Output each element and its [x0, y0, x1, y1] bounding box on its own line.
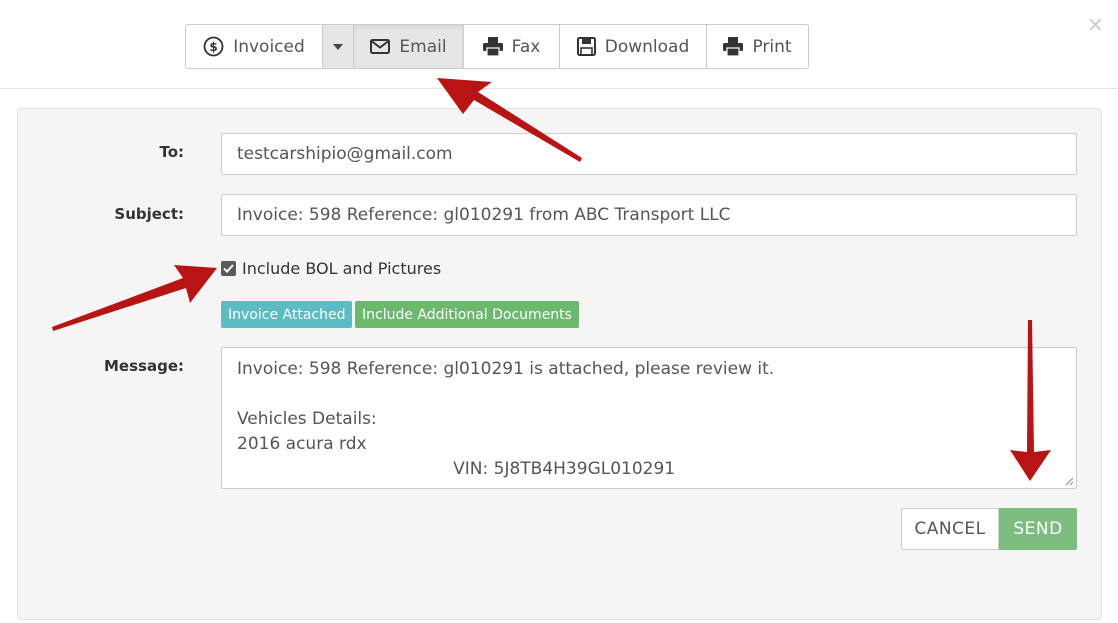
invoiced-dropdown-toggle[interactable] [323, 25, 354, 68]
message-textarea[interactable]: Invoice: 598 Reference: gl010291 is atta… [221, 347, 1077, 489]
svg-text:$: $ [210, 40, 218, 54]
dollar-circle-icon: $ [203, 36, 224, 57]
subject-field[interactable]: Invoice: 598 Reference: gl010291 from AB… [221, 194, 1077, 236]
include-bol-checkbox[interactable] [221, 261, 236, 276]
email-label: Email [399, 36, 447, 57]
include-bol-label[interactable]: Include BOL and Pictures [242, 259, 441, 278]
fax-label: Fax [511, 36, 541, 57]
message-line: Vehicles Details: [237, 409, 377, 429]
invoice-actions-toolbar: $ Invoiced Email Fax Download Print [185, 24, 809, 69]
include-additional-documents-button[interactable]: Include Additional Documents [355, 301, 579, 328]
fax-button[interactable]: Fax [464, 25, 560, 68]
send-button[interactable]: SEND [999, 508, 1077, 550]
invoiced-button[interactable]: $ Invoiced [186, 25, 323, 68]
message-line: Invoice: 598 Reference: gl010291 is atta… [237, 359, 775, 379]
download-button[interactable]: Download [560, 25, 707, 68]
floppy-disk-icon [576, 37, 596, 56]
checkmark-icon [223, 264, 234, 273]
include-bol-row: Include BOL and Pictures [221, 259, 441, 278]
email-invoice-dialog: $ Invoiced Email Fax Download Print × To… [0, 0, 1118, 623]
cancel-button[interactable]: CANCEL [901, 508, 999, 550]
message-line [237, 382, 1061, 407]
invoiced-label: Invoiced [233, 36, 305, 57]
message-line: 2016 acura rdx [237, 434, 367, 454]
fax-icon [482, 37, 503, 56]
resize-grip-icon[interactable] [1064, 476, 1074, 486]
to-email-field[interactable]: testcarshipio@gmail.com [221, 133, 1077, 175]
printer-icon [723, 37, 744, 56]
subject-value: Invoice: 598 Reference: gl010291 from AB… [237, 205, 731, 225]
to-label: To: [159, 143, 184, 161]
invoice-attached-badge: Invoice Attached [221, 301, 353, 328]
to-email-value: testcarshipio@gmail.com [237, 144, 453, 164]
email-button[interactable]: Email [354, 25, 464, 68]
download-label: Download [604, 36, 690, 57]
envelope-icon [370, 39, 391, 54]
header-divider [0, 88, 1118, 89]
print-button[interactable]: Print [707, 25, 808, 68]
subject-label: Subject: [114, 205, 184, 223]
print-label: Print [752, 36, 792, 57]
caret-down-icon [333, 43, 343, 50]
close-icon[interactable]: × [1087, 14, 1104, 34]
message-line: VIN: 5J8TB4H39GL010291 [237, 459, 676, 479]
message-label: Message: [104, 357, 184, 375]
